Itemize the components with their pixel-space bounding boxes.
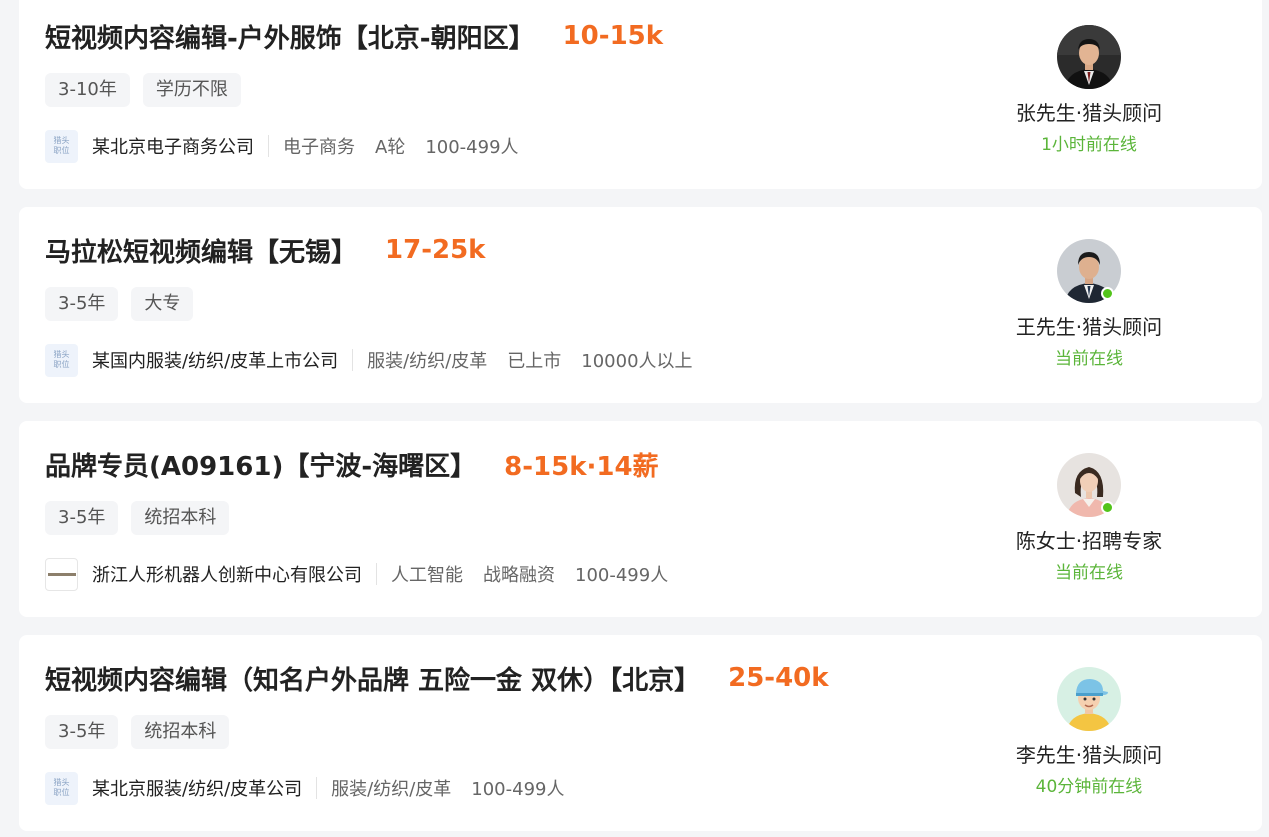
avatar[interactable]: [1057, 667, 1121, 731]
badge-text-line-1: 猎头: [53, 350, 70, 359]
avatar[interactable]: [1057, 453, 1121, 517]
headhunter-job-badge: 猎头 职位: [45, 129, 78, 163]
recruiter-name: 陈女士·招聘专家: [1015, 529, 1163, 553]
job-tags: 3-5年 统招本科: [45, 501, 242, 535]
job-card[interactable]: 品牌专员(A09161)【宁波-海曙区】 8-15k·14薪 3-5年 统招本科…: [19, 421, 1262, 617]
recruiter-info[interactable]: 王先生·猎头顾问 当前在线: [1004, 239, 1174, 369]
job-card[interactable]: 马拉松短视频编辑【无锡】 17-25k 3-5年 大专 猎头 职位 某国内服装/…: [19, 207, 1262, 403]
company-size: 10000人以上: [581, 351, 693, 372]
cartoon-boy-in-cap-avatar: [1057, 667, 1121, 731]
job-title-row: 短视频内容编辑（知名户外品牌 五险一金 双休）【北京】 25-40k: [45, 656, 829, 700]
company-name[interactable]: 某北京电子商务公司: [92, 133, 254, 159]
company-logo: [45, 557, 78, 591]
green-dot-icon: [1101, 287, 1114, 300]
divider: [352, 349, 354, 371]
recruiter-online-status: 1小时前在线: [1041, 135, 1137, 155]
education-tag: 学历不限: [142, 73, 241, 107]
recruiter-info[interactable]: 陈女士·招聘专家 当前在线: [1004, 453, 1174, 583]
badge-text-line-2: 职位: [53, 360, 70, 369]
job-title-row: 品牌专员(A09161)【宁波-海曙区】 8-15k·14薪: [45, 442, 659, 486]
company-size: 100-499人: [425, 137, 519, 158]
badge-text-line-2: 职位: [53, 146, 70, 155]
logo-strip-mark: [47, 572, 76, 576]
job-list: 短视频内容编辑-户外服饰【北京-朝阳区】 10-15k 3-10年 学历不限 猎…: [0, 0, 1269, 837]
recruiter-online-status: 40分钟前在线: [1035, 777, 1143, 797]
man-in-black-suit-avatar: [1057, 25, 1121, 89]
badge-text-line-1: 猎头: [53, 136, 70, 145]
company-funding: 已上市: [507, 351, 562, 372]
headhunter-job-badge: 猎头 职位: [45, 343, 78, 377]
divider: [376, 563, 377, 585]
education-tag: 统招本科: [131, 715, 230, 749]
job-title[interactable]: 短视频内容编辑（知名户外品牌 五险一金 双休）【北京】: [45, 660, 700, 697]
experience-tag: 3-10年: [45, 73, 130, 107]
job-tags: 3-5年 大专: [45, 287, 206, 321]
job-title[interactable]: 短视频内容编辑-户外服饰【北京-朝阳区】: [45, 18, 535, 55]
company-row: 猎头 职位 某北京电子商务公司 电子商务 A轮 100-499人: [45, 129, 539, 163]
green-dot-icon: [1101, 501, 1114, 514]
job-salary: 8-15k·14薪: [504, 451, 659, 482]
company-industry: 服装/纺织/皮革: [331, 779, 452, 800]
job-tags: 3-10年 学历不限: [45, 73, 254, 107]
recruiter-name: 王先生·猎头顾问: [1015, 315, 1163, 339]
company-industry: 电子商务: [283, 137, 355, 158]
headhunter-job-badge: 猎头 职位: [45, 771, 78, 805]
badge-text-line-2: 职位: [53, 788, 70, 797]
badge-text-line-1: 猎头: [53, 778, 70, 787]
education-tag: 统招本科: [131, 501, 230, 535]
avatar[interactable]: [1057, 239, 1121, 303]
company-row: 猎头 职位 某北京服装/纺织/皮革公司 服装/纺织/皮革 100-499人: [45, 771, 585, 805]
job-title-row: 短视频内容编辑-户外服饰【北京-朝阳区】 10-15k: [45, 14, 663, 58]
recruiter-info[interactable]: 李先生·猎头顾问 40分钟前在线: [1004, 667, 1174, 797]
experience-tag: 3-5年: [45, 501, 119, 535]
divider: [316, 777, 318, 799]
company-industry: 服装/纺织/皮革: [367, 351, 488, 372]
company-name[interactable]: 浙江人形机器人创新中心有限公司: [92, 561, 362, 587]
avatar[interactable]: [1057, 25, 1121, 89]
divider: [268, 135, 269, 157]
job-salary: 17-25k: [385, 235, 486, 265]
company-name[interactable]: 某国内服装/纺织/皮革上市公司: [92, 347, 338, 373]
company-funding: 战略融资: [483, 565, 555, 586]
job-salary: 25-40k: [728, 663, 829, 693]
job-salary: 10-15k: [562, 21, 664, 51]
job-title[interactable]: 品牌专员(A09161)【宁波-海曙区】: [45, 446, 476, 483]
experience-tag: 3-5年: [45, 715, 119, 749]
job-tags: 3-5年 统招本科: [45, 715, 242, 749]
job-card[interactable]: 短视频内容编辑（知名户外品牌 五险一金 双休）【北京】 25-40k 3-5年 …: [19, 635, 1262, 831]
experience-tag: 3-5年: [45, 287, 119, 321]
recruiter-name: 张先生·猎头顾问: [1015, 101, 1163, 125]
recruiter-online-status: 当前在线: [1055, 563, 1123, 583]
recruiter-online-status: 当前在线: [1055, 349, 1123, 369]
recruiter-info[interactable]: 张先生·猎头顾问 1小时前在线: [1004, 25, 1174, 155]
company-size: 100-499人: [575, 565, 669, 586]
company-funding: A轮: [375, 137, 406, 158]
education-tag: 大专: [131, 287, 194, 321]
recruiter-name: 李先生·猎头顾问: [1015, 743, 1163, 767]
company-industry: 人工智能: [391, 565, 463, 586]
job-title[interactable]: 马拉松短视频编辑【无锡】: [45, 232, 357, 269]
company-name[interactable]: 某北京服装/纺织/皮革公司: [92, 775, 302, 801]
company-row: 猎头 职位 某国内服装/纺织/皮革上市公司 服装/纺织/皮革 已上市 10000…: [45, 343, 713, 377]
company-size: 100-499人: [471, 779, 565, 800]
company-row: 浙江人形机器人创新中心有限公司 人工智能 战略融资 100-499人: [45, 557, 688, 591]
job-card[interactable]: 短视频内容编辑-户外服饰【北京-朝阳区】 10-15k 3-10年 学历不限 猎…: [19, 0, 1262, 189]
job-title-row: 马拉松短视频编辑【无锡】 17-25k: [45, 228, 485, 272]
